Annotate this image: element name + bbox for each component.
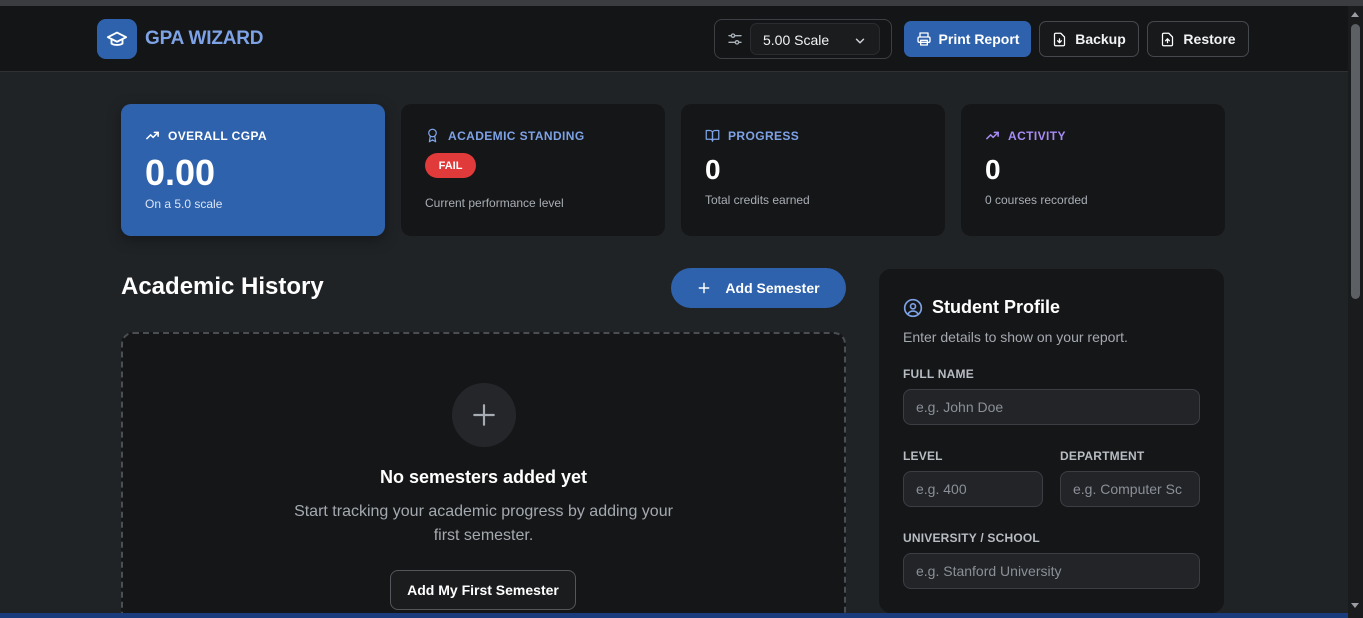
add-semester-label: Add Semester: [725, 280, 820, 296]
graduation-cap-icon: [106, 31, 128, 46]
scale-value: 5.00 Scale: [763, 32, 830, 48]
scale-dropdown[interactable]: 5.00 Scale: [750, 23, 880, 55]
department-label: DEPARTMENT: [1060, 449, 1145, 463]
user-circle-icon: [903, 298, 923, 317]
empty-description: Start tracking your academic progress by…: [294, 503, 673, 544]
activity-title: ACTIVITY: [1008, 128, 1066, 143]
empty-plus-circle[interactable]: [452, 383, 516, 447]
restore-label: Restore: [1183, 31, 1236, 47]
cgpa-sub: On a 5.0 scale: [145, 197, 223, 211]
cgpa-title: OVERALL CGPA: [168, 128, 268, 143]
full-name-label: FULL NAME: [903, 367, 974, 381]
backup-button[interactable]: Backup: [1039, 21, 1139, 57]
sliders-icon: [728, 33, 742, 45]
print-report-button[interactable]: Print Report: [904, 21, 1031, 57]
add-semester-button[interactable]: Add Semester: [671, 268, 846, 308]
plus-icon: [699, 282, 710, 294]
school-label: UNIVERSITY / SCHOOL: [903, 531, 1040, 545]
department-field[interactable]: [1060, 471, 1200, 507]
book-open-icon: [705, 129, 720, 142]
academic-history-title: Academic History: [121, 273, 324, 300]
trending-up-icon: [986, 131, 999, 140]
activity-card: ACTIVITY 0 0 courses recorded: [961, 104, 1225, 236]
cgpa-card-header: OVERALL CGPA: [145, 128, 267, 143]
profile-header: Student Profile: [903, 297, 1060, 318]
page-bottom-strip: [0, 613, 1348, 618]
empty-title: No semesters added yet: [379, 467, 588, 487]
status-badge: FAIL: [425, 153, 476, 178]
progress-value: 0: [705, 154, 721, 185]
standing-title: ACADEMIC STANDING: [448, 128, 585, 143]
standing-sub: Current performance level: [425, 196, 564, 210]
restore-button[interactable]: Restore: [1147, 21, 1249, 57]
scale-selector: 5.00 Scale: [714, 19, 892, 59]
print-report-label: Print Report: [938, 31, 1020, 47]
cgpa-card: OVERALL CGPA 0.00 On a 5.0 scale: [121, 104, 488, 236]
standing-card-header: ACADEMIC STANDING: [425, 128, 585, 143]
cgpa-value: 0.00: [145, 152, 216, 193]
add-first-semester-button[interactable]: Add My First Semester: [390, 570, 576, 610]
profile-description: Enter details to show on your report.: [903, 329, 1128, 345]
file-download-icon: [1054, 32, 1066, 46]
school-field[interactable]: [903, 553, 1200, 589]
file-upload-icon: [1162, 32, 1174, 46]
progress-title: PROGRESS: [728, 128, 800, 143]
activity-sub: 0 courses recorded: [985, 193, 1088, 207]
activity-value: 0: [985, 154, 1001, 185]
level-field[interactable]: [903, 471, 1043, 507]
scroll-thumb[interactable]: [1351, 24, 1360, 299]
student-profile-panel: Student Profile Enter details to show on…: [879, 269, 1224, 613]
brand-name: GPA WIZARD: [145, 28, 264, 49]
scroll-down-arrow[interactable]: [1351, 603, 1359, 608]
empty-state: No semesters added yet Start tracking yo…: [121, 332, 846, 618]
plus-icon: [473, 404, 495, 426]
profile-title: Student Profile: [932, 297, 1061, 317]
award-icon: [428, 128, 437, 143]
trending-up-icon: [146, 131, 159, 140]
page-scrollbar[interactable]: [1348, 6, 1363, 618]
activity-card-header: ACTIVITY: [985, 128, 1066, 143]
app-header: GPA WIZARD 5.00 Scale Print Report Backu…: [0, 6, 1348, 72]
progress-card-header: PROGRESS: [705, 128, 799, 143]
level-label: LEVEL: [903, 449, 943, 463]
full-name-field[interactable]: [903, 389, 1200, 425]
scroll-up-arrow[interactable]: [1351, 12, 1359, 17]
logo[interactable]: [97, 19, 137, 59]
standing-card: ACADEMIC STANDING FAIL Current performan…: [401, 104, 665, 236]
backup-label: Backup: [1075, 31, 1126, 47]
chevron-down-icon: [855, 38, 865, 44]
printer-icon: [916, 32, 931, 46]
progress-sub: Total credits earned: [705, 193, 810, 207]
progress-card: PROGRESS 0 Total credits earned: [681, 104, 945, 236]
